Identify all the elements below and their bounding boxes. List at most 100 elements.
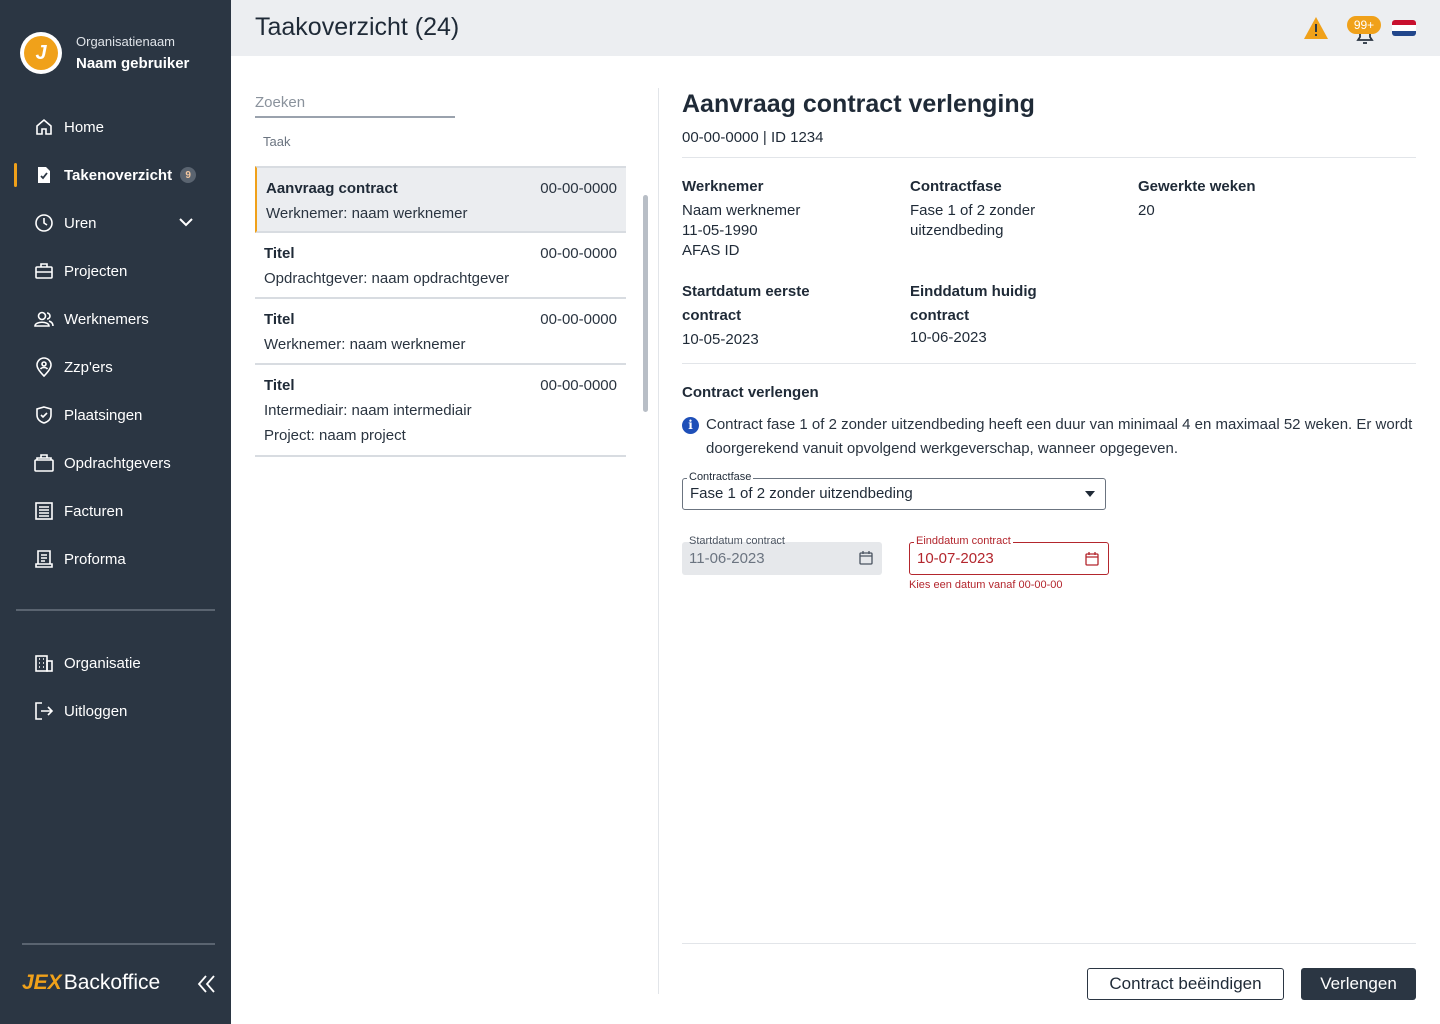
org-logo: J xyxy=(20,32,62,74)
field-label: Einddatum huidig contract xyxy=(910,283,1037,324)
task-date: 00-00-0000 xyxy=(540,311,617,328)
task-detail: Werknemer: naam werknemer xyxy=(266,205,468,222)
field-value: 10-06-2023 xyxy=(910,329,987,346)
sidebar-item-label: Opdrachtgevers xyxy=(64,454,171,472)
field-werknemer: Werknemer Naam werknemer 11-05-1990 AFAS… xyxy=(682,177,892,261)
detail-divider xyxy=(682,157,1416,158)
sidebar-item-takenoverzicht[interactable]: Takenoverzicht 9 xyxy=(0,151,231,199)
sidebar-item-zzpers[interactable]: Zzp'ers xyxy=(0,343,231,391)
sidebar-item-facturen[interactable]: Facturen xyxy=(0,487,231,535)
task-detail: Project: naam project xyxy=(264,427,406,444)
sidebar-item-uren[interactable]: Uren xyxy=(0,199,231,247)
task-list-scrollbar[interactable] xyxy=(643,195,648,412)
detail-title: Aanvraag contract verlenging xyxy=(682,90,1035,118)
field-contractfase: Contractfase Fase 1 of 2 zonder uitzendb… xyxy=(910,177,1120,241)
panel-divider xyxy=(658,88,659,994)
info-icon: i xyxy=(682,417,699,434)
detail-divider xyxy=(682,363,1416,364)
sidebar-item-label: Uitloggen xyxy=(64,702,128,720)
org-name: Organisatienaam xyxy=(76,34,175,49)
task-date: 00-00-0000 xyxy=(540,245,617,262)
logo-letter: J xyxy=(24,36,58,70)
field-value: 20 xyxy=(1138,202,1155,219)
field-value: 10-07-2023 xyxy=(917,550,994,567)
logo-prefix: JEX xyxy=(22,971,62,994)
sidebar-item-label: Plaatsingen xyxy=(64,406,143,424)
sidebar-item-home[interactable]: Home xyxy=(0,103,231,151)
field-label: Werknemer xyxy=(682,178,764,195)
task-detail: Opdrachtgever: naam opdrachtgever xyxy=(264,270,510,287)
field-value: 11-06-2023 xyxy=(689,550,765,567)
task-list-item[interactable]: Titel 00-00-0000 Werknemer: naam werknem… xyxy=(255,299,626,365)
sidebar-item-projecten[interactable]: Projecten xyxy=(0,247,231,295)
task-list: Aanvraag contract 00-00-0000 Werknemer: … xyxy=(255,166,626,457)
page-title: Taakoverzicht (24) xyxy=(255,13,460,41)
app-logo: JEX Backoffice xyxy=(22,971,160,995)
dutch-flag-icon[interactable] xyxy=(1392,20,1416,36)
sidebar-item-label: Proforma xyxy=(64,550,126,568)
column-header-taak: Taak xyxy=(263,134,291,149)
sidebar-item-werknemers[interactable]: Werknemers xyxy=(0,295,231,343)
briefcase-stack-icon xyxy=(34,453,54,473)
sidebar-item-label: Takenoverzicht xyxy=(64,166,173,184)
notifications-button[interactable]: 99+ xyxy=(1347,16,1381,46)
chevron-down-icon[interactable] xyxy=(177,213,195,231)
proforma-icon xyxy=(34,549,54,569)
task-detail: Werknemer: naam werknemer xyxy=(264,336,466,353)
field-gewerkte-weken: Gewerkte weken 20 xyxy=(1138,177,1338,221)
verlengen-button[interactable]: Verlengen xyxy=(1301,968,1416,1000)
building-icon xyxy=(34,653,54,673)
main-nav: Home Takenoverzicht 9 Uren Projecten Wer… xyxy=(0,103,231,583)
sidebar: J Organisatienaam Naam gebruiker Home Ta… xyxy=(0,0,231,1024)
field-einddatum: Einddatum huidig contract 10-06-2023 xyxy=(910,280,1050,350)
sidebar-item-label: Uren xyxy=(64,214,97,232)
collapse-sidebar-icon[interactable] xyxy=(196,973,218,995)
caret-down-icon xyxy=(1085,491,1095,497)
sidebar-item-label: Werknemers xyxy=(64,310,149,328)
detail-subtitle: 00-00-0000 | ID 1234 xyxy=(682,129,824,146)
task-list-item[interactable]: Titel 00-00-0000 Intermediair: naam inte… xyxy=(255,365,626,457)
shield-check-icon xyxy=(34,405,54,425)
task-count-badge: 9 xyxy=(180,167,197,183)
sidebar-item-proforma[interactable]: Proforma xyxy=(0,535,231,583)
logo-text: Backoffice xyxy=(63,971,161,994)
notification-badge: 99+ xyxy=(1347,16,1381,34)
sidebar-item-label: Facturen xyxy=(64,502,124,520)
einddatum-label: Einddatum contract xyxy=(914,535,1013,547)
field-label: Startdatum eerste contract xyxy=(682,283,810,324)
sidebar-item-organisatie[interactable]: Organisatie xyxy=(0,639,231,687)
sidebar-item-uitloggen[interactable]: Uitloggen xyxy=(0,687,231,735)
calendar-icon[interactable] xyxy=(1084,551,1100,567)
task-list-item[interactable]: Titel 00-00-0000 Opdrachtgever: naam opd… xyxy=(255,233,626,299)
task-date: 00-00-0000 xyxy=(540,180,617,197)
sidebar-item-label: Organisatie xyxy=(64,654,141,672)
sidebar-footer-divider xyxy=(22,943,215,945)
info-text: Contract fase 1 of 2 zonder uitzendbedin… xyxy=(706,416,1413,457)
task-list-item[interactable]: Aanvraag contract 00-00-0000 Werknemer: … xyxy=(255,166,626,233)
select-value: Fase 1 of 2 zonder uitzendbeding xyxy=(690,485,913,502)
sidebar-item-opdrachtgevers[interactable]: Opdrachtgevers xyxy=(0,439,231,487)
briefcase-icon xyxy=(34,261,54,281)
search-input[interactable]: Zoeken xyxy=(255,94,455,118)
werknemer-name: Naam werknemer xyxy=(682,202,801,219)
select-label: Contractfase xyxy=(687,471,754,483)
field-startdatum: Startdatum eerste contract 10-05-2023 xyxy=(682,280,822,352)
field-value: 10-05-2023 xyxy=(682,331,759,348)
secondary-nav: Organisatie Uitloggen xyxy=(0,639,231,735)
warning-icon[interactable] xyxy=(1303,16,1329,40)
contract-beeindigen-button[interactable]: Contract beëindigen xyxy=(1087,968,1284,1000)
field-value: Fase 1 of 2 zonder uitzendbeding xyxy=(910,202,1036,239)
task-date: 00-00-0000 xyxy=(540,377,617,394)
sidebar-item-plaatsingen[interactable]: Plaatsingen xyxy=(0,391,231,439)
footer-divider xyxy=(682,943,1416,944)
user-brand[interactable]: J Organisatienaam Naam gebruiker xyxy=(20,32,189,74)
startdatum-label: Startdatum contract xyxy=(689,535,785,547)
sidebar-item-label: Home xyxy=(64,118,105,136)
invoice-icon xyxy=(34,501,54,521)
task-icon xyxy=(34,165,54,185)
field-label: Gewerkte weken xyxy=(1138,178,1256,195)
werknemer-dob: 11-05-1990 xyxy=(682,222,758,239)
sidebar-item-label: Projecten xyxy=(64,262,128,280)
calendar-icon xyxy=(859,551,873,565)
error-message: Kies een datum vanaf 00-00-00 xyxy=(909,579,1063,591)
